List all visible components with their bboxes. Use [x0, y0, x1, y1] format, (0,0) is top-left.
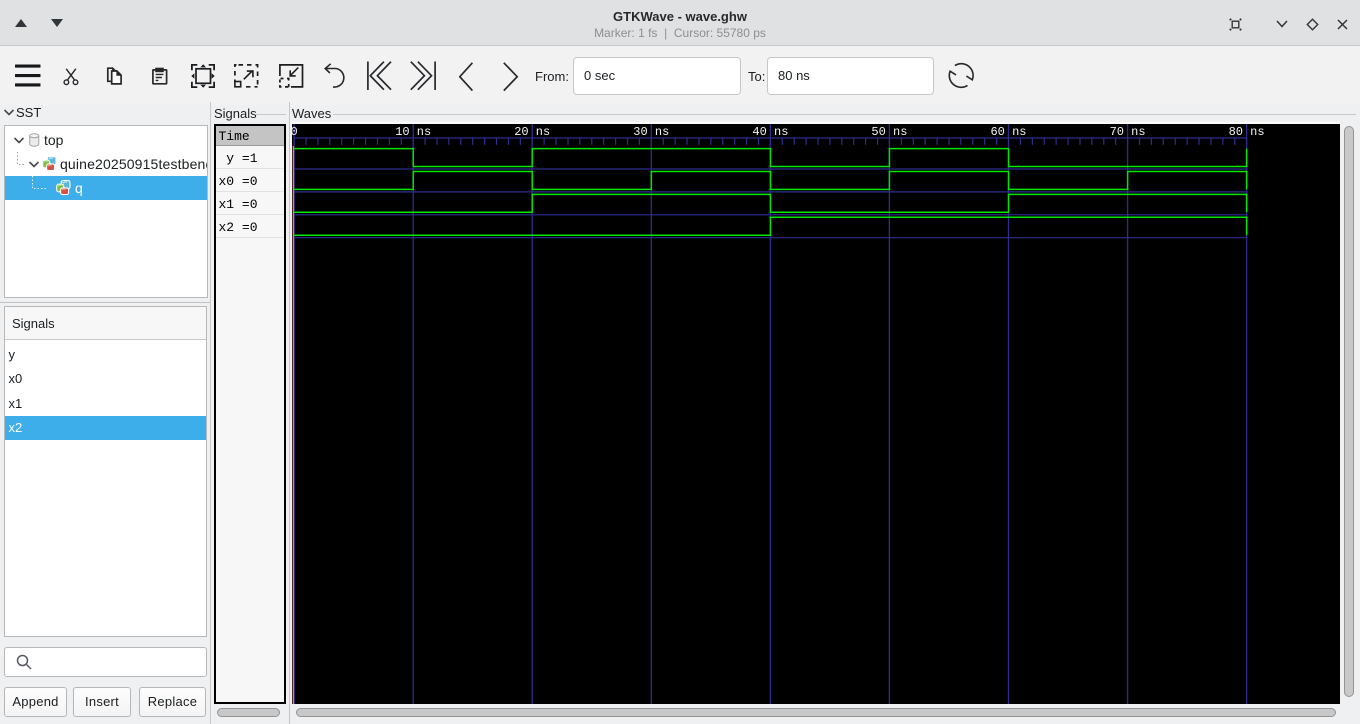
svg-text:80 ns: 80 ns: [1228, 125, 1264, 139]
svg-text:70 ns: 70 ns: [1109, 125, 1145, 139]
svg-text:30 ns: 30 ns: [633, 125, 669, 139]
svg-text:50 ns: 50 ns: [871, 125, 907, 139]
svg-text:60 ns: 60 ns: [990, 125, 1026, 139]
svg-text:20 ns: 20 ns: [514, 125, 550, 139]
svg-text:40 ns: 40 ns: [752, 125, 788, 139]
svg-text:10 ns: 10 ns: [395, 125, 431, 139]
svg-text:0: 0: [292, 125, 298, 139]
